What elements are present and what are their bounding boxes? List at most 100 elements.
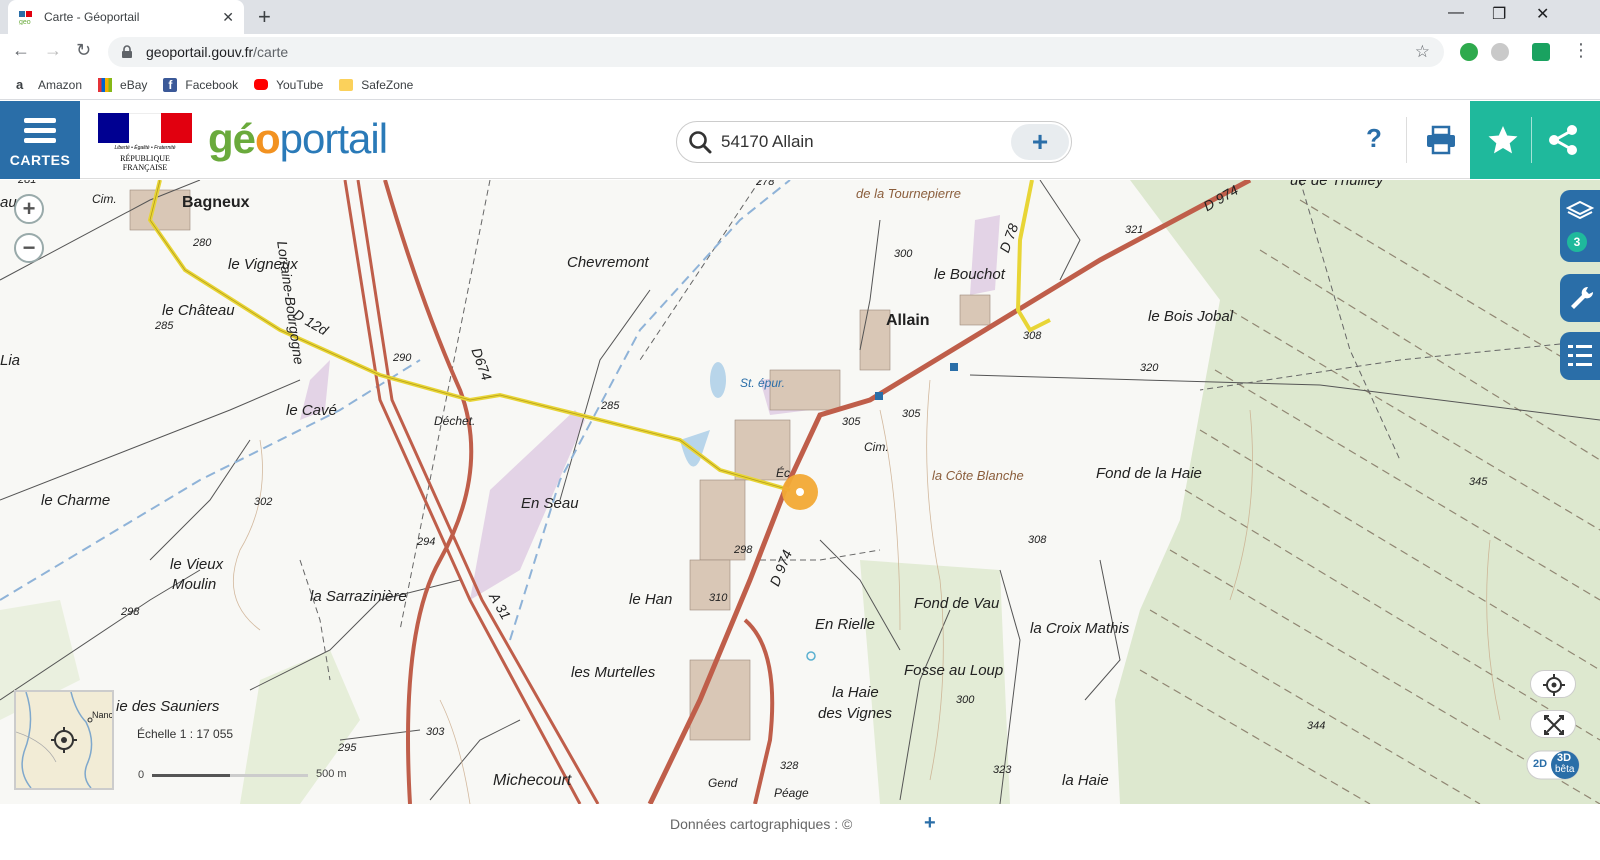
map-label-town: Bagneux [182,194,250,211]
altitude-label: 321 [1125,224,1144,236]
altitude-label: 320 [1140,362,1159,374]
search-icon[interactable] [687,129,713,155]
map-label-poi: St. épur. [740,376,785,390]
geoportail-logo[interactable]: géoportail [208,115,388,163]
minimap-graphic [16,692,93,788]
tools-button[interactable] [1560,274,1600,322]
altitude-label: 298 [734,544,753,556]
forward-icon[interactable]: → [44,40,62,61]
reload-icon[interactable]: ↻ [76,40,91,61]
map-label-place: Fond de Vau [914,595,1000,612]
map-label-place: la Haie [832,684,879,701]
browser-tab[interactable]: geo Carte - Géoportail ✕ [8,0,244,34]
cartes-menu-button[interactable]: CARTES [0,101,80,179]
help-button[interactable]: ? [1366,123,1382,154]
bookmark-facebook[interactable]: f Facebook [163,77,238,92]
map-label-town: Allain [886,312,930,329]
lock-icon [122,45,132,58]
geolocate-button[interactable] [1530,670,1576,698]
crosshair-icon [1543,674,1565,696]
map-canvas[interactable]: Bagneux Allain le Vigneux le Château le … [0,180,1600,804]
bookmark-label: Amazon [38,77,83,92]
back-icon[interactable]: ← [12,40,30,61]
overview-minimap[interactable]: Nanc [14,690,114,790]
map-label-place: le Cavé [286,402,337,419]
browser-tab-bar: geo Carte - Géoportail ✕ + — ❐ ✕ [0,0,1600,34]
credit-expand-button[interactable]: + [924,812,936,835]
zoom-out-button[interactable]: − [14,233,44,263]
hamburger-icon [24,113,56,148]
browser-address-bar: ← → ↻ geoportail.gouv.fr/carte ☆ ⋮ [0,34,1600,70]
youtube-icon [254,79,269,90]
altitude-label: 290 [393,352,412,364]
new-tab-icon[interactable]: + [258,4,271,30]
map-label-place: le Charme [41,492,111,509]
window-close-icon[interactable]: ✕ [1536,4,1549,24]
map-label-place: le Château [162,302,235,319]
header-actions-panel [1470,101,1600,179]
republique-francaise-logo[interactable]: Liberté • Égalité • Fraternité RÉPUBLIQU… [98,113,192,172]
map-label-poi: Gend [708,776,738,790]
bookmarks-bar: a Amazon eBay f Facebook YouTube SafeZon… [0,70,1600,100]
map-label-place: le Vieux [170,556,224,573]
layer-count-badge: 3 [1567,232,1587,252]
advanced-search-plus-button[interactable]: + [1011,124,1069,160]
map-label-poi: Péage [774,786,809,800]
altitude-label: 281 [18,180,37,186]
shield-extension-icon[interactable] [1532,43,1550,61]
search-input[interactable] [721,132,1011,152]
altitude-label: 308 [1023,330,1042,342]
tab-close-icon[interactable]: ✕ [222,9,234,26]
geoportail-favicon-icon: geo [19,11,32,25]
fullscreen-button[interactable] [1530,710,1576,738]
map-label-place: la Côte Blanche [932,468,1024,483]
svg-text:geo: geo [19,19,31,25]
url-path: /carte [253,44,289,60]
map-label-place: ue de Thuilley [1290,180,1384,189]
minimize-icon[interactable]: — [1448,4,1464,22]
map-label-place: Fosse au Loup [904,662,1004,679]
bookmark-ebay[interactable]: eBay [98,77,147,92]
bookmark-youtube[interactable]: YouTube [254,78,323,92]
map-label-poi: Déchet. [434,414,476,428]
map-label-place: Lia [0,352,21,369]
altitude-label: 303 [426,726,445,738]
url-field[interactable]: geoportail.gouv.fr/carte ☆ [108,37,1444,67]
zoom-in-button[interactable]: + [14,194,44,224]
legend-list-button[interactable] [1560,332,1600,380]
altitude-label: 310 [709,592,728,604]
scale-start-label: 0 [138,769,145,781]
map-label-place: le Bois Jobal [1148,308,1234,325]
altitude-label: 294 [417,536,436,548]
scale-end-label: 500 m [316,768,347,780]
altitude-label: 278 [756,180,775,188]
amazon-icon: a [16,76,24,92]
map-label-poi: Cim. [92,192,117,206]
view-mode-toggle[interactable]: 2D 3D bêta [1526,750,1580,780]
print-icon[interactable] [1424,123,1458,157]
bookmark-star-icon[interactable]: ☆ [1415,42,1430,62]
browser-menu-icon[interactable]: ⋮ [1572,40,1590,61]
logo-part: portail [279,115,388,162]
altitude-label: 305 [842,416,861,428]
restore-icon[interactable]: ❐ [1492,4,1506,24]
drive-extension-icon[interactable] [1491,43,1509,61]
map-label-place: les Murtelles [571,664,656,681]
altitude-label: 285 [155,320,174,332]
bookmark-safezone[interactable]: SafeZone [339,78,413,92]
topographic-map [0,180,1600,804]
folder-icon [339,78,354,91]
bookmark-label: YouTube [276,77,324,92]
share-icon[interactable] [1546,123,1580,157]
scale-label: Échelle 1 : 17 055 [137,727,234,741]
bookmark-amazon[interactable]: a Amazon [16,76,83,92]
scale-bar [152,774,308,777]
map-label-place: En Seau [521,495,579,512]
favorites-star-icon[interactable] [1486,123,1520,157]
ebay-icon [98,77,113,92]
adblock-extension-icon[interactable] [1460,43,1478,61]
map-label-place: des Vignes [818,705,892,722]
map-label-place: Michecourt [493,772,572,789]
map-label-place: le Han [629,591,673,608]
header-divider [1406,117,1407,163]
